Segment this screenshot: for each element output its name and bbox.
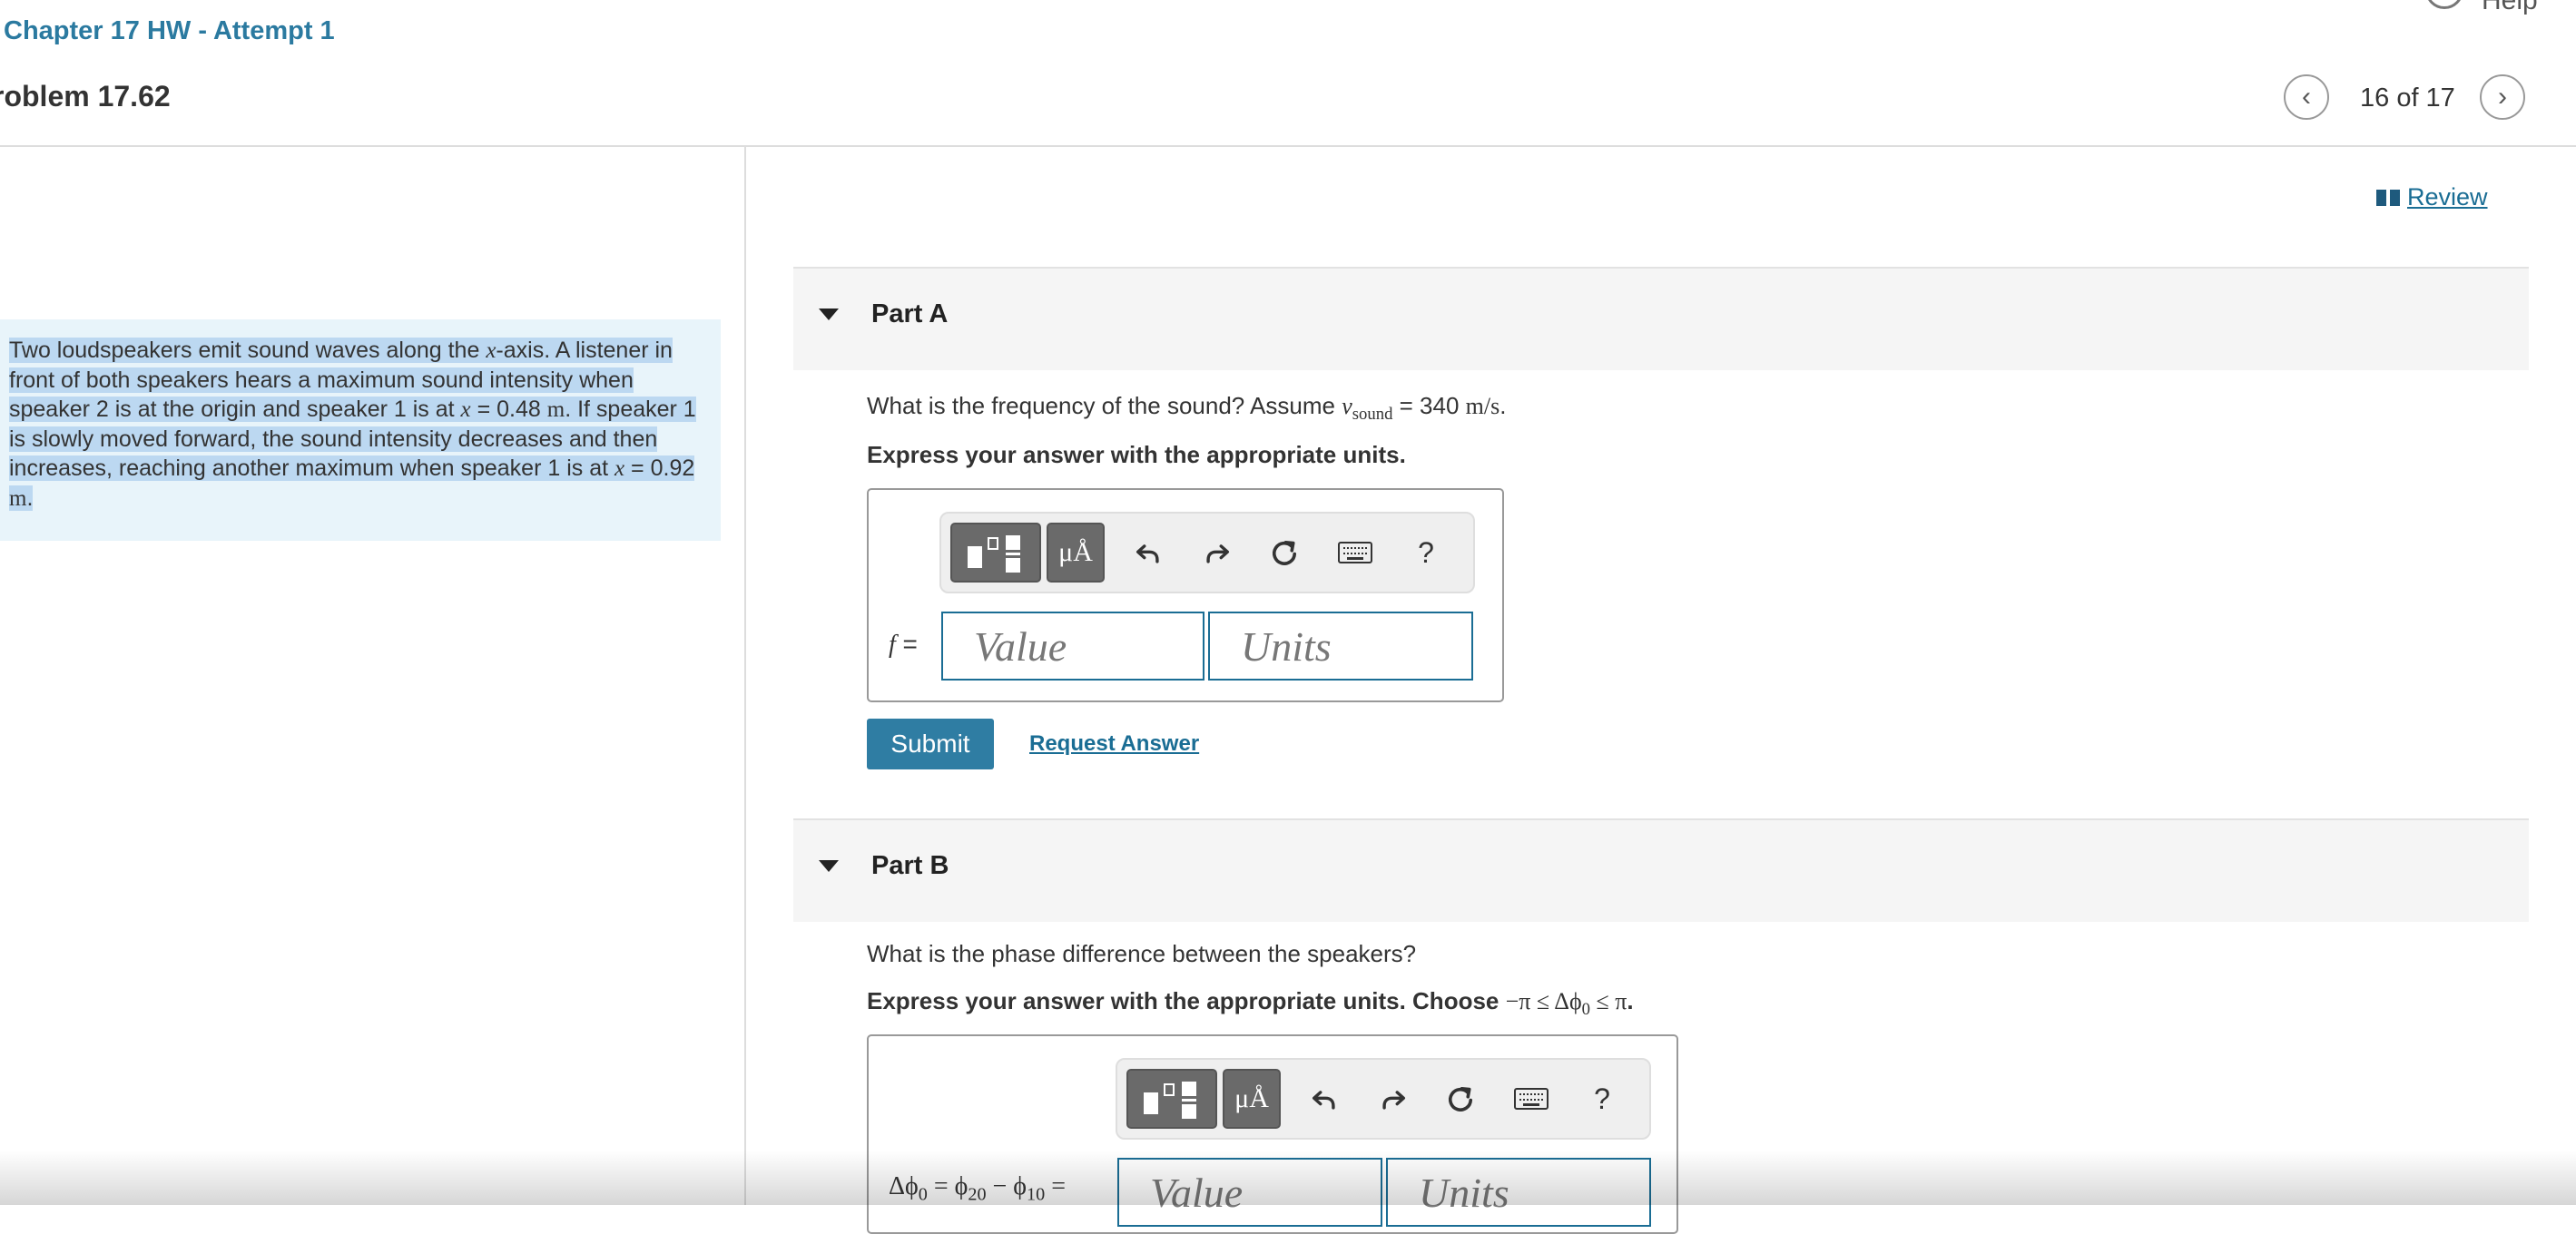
keyboard-button[interactable] — [1326, 523, 1384, 583]
label-sub-0: 0 — [918, 1184, 928, 1205]
var-v-subscript: sound — [1352, 405, 1393, 425]
previous-problem-button[interactable]: ‹ — [2284, 74, 2329, 120]
undo-icon — [1136, 544, 1159, 563]
part-b-title: Part B — [871, 851, 949, 880]
request-answer-link[interactable]: Request Answer — [1029, 731, 1199, 757]
part-b-instruction-math: −π ≤ Δϕ0 ≤ π — [1505, 988, 1627, 1019]
var-v: v — [1342, 393, 1352, 419]
help-icon[interactable] — [2425, 0, 2463, 9]
review-link[interactable]: Review — [2376, 183, 2488, 211]
undo-button[interactable] — [1123, 523, 1174, 583]
templates-button[interactable] — [1126, 1069, 1217, 1129]
problem-title: roblem 17.62 — [0, 80, 171, 113]
problem-var-x: x — [615, 456, 625, 481]
part-b-answer-box: μÅ ? Δϕ0 = ϕ20 − ϕ10 = — [867, 1034, 1678, 1234]
problem-statement-panel: Two loudspeakers emit sound waves along … — [0, 319, 721, 541]
help-label[interactable]: Help — [2482, 0, 2538, 16]
part-a-question-eq: = 340 — [1392, 392, 1466, 419]
equals-sign: = — [1045, 1172, 1066, 1200]
part-a-question: What is the frequency of the sound? Assu… — [867, 392, 1506, 425]
math-toolbar: μÅ ? — [1116, 1058, 1651, 1140]
part-a-variable-label: f = — [889, 630, 918, 660]
label-sub-10: 10 — [1027, 1184, 1046, 1205]
problem-eq1: = 0.48 — [470, 397, 547, 422]
units-input[interactable] — [1208, 612, 1473, 681]
book-icon — [2376, 190, 2400, 206]
page-indicator: 16 of 17 — [2360, 83, 2455, 113]
part-a-question-post: . — [1499, 392, 1507, 419]
value-input[interactable] — [1117, 1158, 1382, 1227]
problem-var-x: x — [460, 397, 471, 422]
units-input[interactable] — [1386, 1158, 1651, 1227]
submit-button[interactable]: Submit — [867, 719, 994, 769]
templates-icon — [1138, 1076, 1205, 1121]
reset-icon — [1448, 1086, 1473, 1112]
part-a-instruction: Express your answer with the appropriate… — [867, 441, 1406, 468]
variable-f: f — [889, 631, 896, 659]
part-b-question: What is the phase difference between the… — [867, 940, 1417, 967]
label-phi10: − ϕ — [986, 1172, 1027, 1200]
redo-icon — [1206, 544, 1230, 563]
symbols-button[interactable]: μÅ — [1047, 523, 1105, 583]
review-label: Review — [2407, 183, 2488, 211]
label-delta-phi: Δϕ — [889, 1172, 919, 1200]
problem-text: Two loudspeakers emit sound waves along … — [9, 336, 708, 514]
help-button[interactable]: ? — [1399, 523, 1453, 583]
redo-button[interactable] — [1192, 523, 1243, 583]
problem-text-part4: . — [26, 485, 34, 511]
templates-icon — [962, 530, 1029, 575]
keyboard-icon — [1338, 542, 1372, 563]
problem-unit-m: m — [9, 486, 27, 511]
redo-icon — [1382, 1091, 1406, 1110]
part-b-instruction-post: . — [1627, 987, 1634, 1014]
math-toolbar: μÅ ? — [939, 512, 1475, 593]
instruction-math-1: −π ≤ Δϕ — [1505, 988, 1582, 1014]
part-a-title: Part A — [871, 299, 949, 328]
part-b-variable-label: Δϕ0 = ϕ20 − ϕ10 = — [889, 1172, 1066, 1206]
part-a-question-pre: What is the frequency of the sound? Assu… — [867, 392, 1342, 419]
part-b-instruction: Express your answer with the appropriate… — [867, 987, 1634, 1020]
caret-down-icon[interactable] — [819, 308, 839, 320]
symbols-button[interactable]: μÅ — [1223, 1069, 1281, 1129]
chevron-right-icon: › — [2498, 82, 2507, 112]
value-input[interactable] — [941, 612, 1204, 681]
reset-icon — [1272, 540, 1297, 565]
label-phi20: = ϕ — [927, 1172, 968, 1200]
instruction-math-sub: 0 — [1581, 1000, 1590, 1020]
caret-down-icon[interactable] — [819, 860, 839, 872]
assignment-title[interactable]: Chapter 17 HW - Attempt 1 — [4, 16, 335, 46]
undo-icon — [1312, 1091, 1335, 1110]
problem-eq2: = 0.92 — [624, 455, 695, 481]
chevron-left-icon: ‹ — [2302, 82, 2311, 112]
part-a-header[interactable]: Part A — [793, 267, 2529, 370]
reset-button[interactable] — [1259, 523, 1310, 583]
part-b-header[interactable]: Part B — [793, 818, 2529, 922]
help-button[interactable]: ? — [1575, 1069, 1629, 1129]
templates-button[interactable] — [950, 523, 1041, 583]
part-a-question-unit: m/s — [1465, 393, 1500, 419]
header-divider — [0, 145, 2576, 147]
redo-button[interactable] — [1368, 1069, 1419, 1129]
column-divider — [744, 147, 746, 1205]
keyboard-icon — [1514, 1088, 1549, 1110]
part-a-answer-box: μÅ ? f = — [867, 488, 1504, 702]
undo-button[interactable] — [1299, 1069, 1350, 1129]
problem-var-x: x — [486, 338, 497, 363]
problem-text-part1: Two loudspeakers emit sound waves along … — [9, 338, 487, 363]
next-problem-button[interactable]: › — [2480, 74, 2525, 120]
reset-button[interactable] — [1435, 1069, 1486, 1129]
equals-sign: = — [895, 630, 918, 658]
instruction-math-2: ≤ π — [1590, 988, 1627, 1014]
part-b-instruction-pre: Express your answer with the appropriate… — [867, 987, 1506, 1014]
keyboard-button[interactable] — [1502, 1069, 1560, 1129]
label-sub-20: 20 — [968, 1184, 987, 1205]
problem-unit-m: m — [546, 397, 565, 422]
